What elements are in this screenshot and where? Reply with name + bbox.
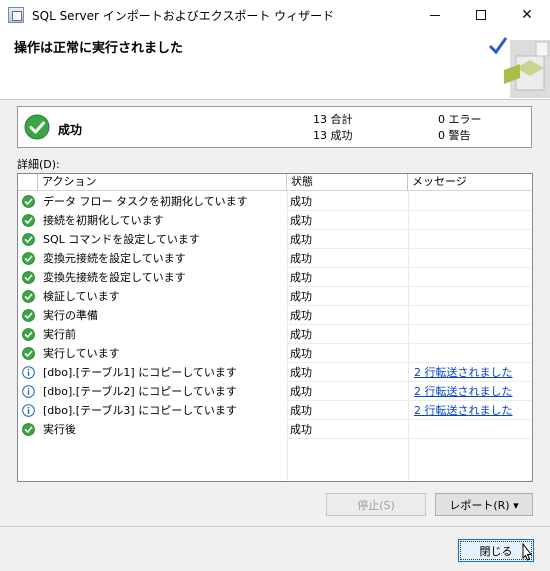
message-cell: [414, 325, 532, 344]
maximize-icon: [476, 10, 486, 20]
success-icon: [22, 325, 38, 344]
status-cell: 成功: [290, 404, 312, 417]
action-cell: 検証しています: [43, 290, 120, 303]
details-grid[interactable]: アクション 状態 メッセージ データ フロー タスクを初期化しています 成功 接続を…: [17, 173, 533, 482]
message-cell: [414, 306, 532, 325]
table-row[interactable]: SQL コマンドを設定しています 成功: [18, 230, 532, 249]
action-cell: 実行後: [43, 423, 76, 436]
footer-separator: [0, 526, 550, 527]
window-title: SQL Server インポートおよびエクスポート ウィザード: [32, 8, 335, 23]
message-cell: [414, 249, 532, 268]
mouse-cursor-icon: [522, 543, 533, 561]
status-cell: 成功: [290, 271, 312, 284]
header-icon-column: [18, 174, 38, 191]
action-cell: 変換元接続を設定しています: [43, 252, 186, 265]
action-cell: [dbo].[テーブル1] にコピーしています: [43, 366, 237, 379]
success-icon: [22, 249, 38, 268]
row-divider: [287, 438, 532, 439]
table-row[interactable]: 変換先接続を設定しています 成功: [18, 268, 532, 287]
summary-success: 13 成功: [313, 129, 353, 142]
success-icon: [22, 192, 38, 211]
grid-header: アクション 状態 メッセージ: [18, 174, 532, 191]
status-cell: 成功: [290, 347, 312, 360]
minimize-icon: [430, 14, 440, 16]
success-icon: [22, 344, 38, 363]
table-row[interactable]: 実行前 成功: [18, 325, 532, 344]
summary-errors: 0 エラー: [438, 113, 482, 126]
action-cell: 変換先接続を設定しています: [43, 271, 186, 284]
table-row[interactable]: 接続を初期化しています 成功: [18, 211, 532, 230]
message-cell: [414, 230, 532, 249]
summary-warnings: 0 警告: [438, 129, 471, 142]
status-cell: 成功: [290, 233, 312, 246]
success-icon: [22, 306, 38, 325]
column-header-message[interactable]: メッセージ: [408, 174, 532, 191]
summary-total: 13 合計: [313, 113, 353, 126]
table-row[interactable]: 実行しています 成功: [18, 344, 532, 363]
status-cell: 成功: [290, 423, 312, 436]
details-label: 詳細(D):: [17, 158, 60, 171]
message-link[interactable]: 2 行転送されました: [414, 363, 532, 382]
message-link[interactable]: 2 行転送されました: [414, 401, 532, 420]
message-link[interactable]: 2 行転送されました: [414, 382, 532, 401]
action-cell: 実行の準備: [43, 309, 98, 322]
info-icon: [22, 382, 38, 401]
table-row[interactable]: 実行の準備 成功: [18, 306, 532, 325]
action-cell: [dbo].[テーブル2] にコピーしています: [43, 385, 237, 398]
maximize-button[interactable]: [458, 0, 504, 30]
status-cell: 成功: [290, 366, 312, 379]
action-cell: 実行前: [43, 328, 76, 341]
message-cell: [414, 211, 532, 230]
table-row[interactable]: 検証しています 成功: [18, 287, 532, 306]
table-row[interactable]: [dbo].[テーブル1] にコピーしています 成功 2 行転送されました: [18, 363, 532, 382]
success-icon: [22, 287, 38, 306]
stop-button[interactable]: 停止(S): [326, 493, 426, 516]
table-row[interactable]: 変換元接続を設定しています 成功: [18, 249, 532, 268]
table-row[interactable]: データ フロー タスクを初期化しています 成功: [18, 192, 532, 211]
action-cell: [dbo].[テーブル3] にコピーしています: [43, 404, 237, 417]
close-window-button[interactable]: ✕: [504, 0, 550, 30]
success-large-icon: [24, 114, 50, 140]
message-cell: [414, 420, 532, 439]
status-cell: 成功: [290, 252, 312, 265]
wizard-graphic-icon: [488, 37, 550, 98]
status-cell: 成功: [290, 309, 312, 322]
summary-status: 成功: [58, 123, 83, 137]
status-cell: 成功: [290, 290, 312, 303]
column-header-status[interactable]: 状態: [287, 174, 408, 191]
action-cell: SQL コマンドを設定しています: [43, 233, 200, 246]
table-row[interactable]: 実行後 成功: [18, 420, 532, 439]
status-cell: 成功: [290, 385, 312, 398]
action-cell: データ フロー タスクを初期化しています: [43, 195, 248, 208]
info-icon: [22, 401, 38, 420]
action-cell: 実行しています: [43, 347, 120, 360]
message-cell: [414, 192, 532, 211]
wizard-header: 操作は正常に実行されました: [0, 30, 550, 100]
status-cell: 成功: [290, 195, 312, 208]
success-icon: [22, 268, 38, 287]
minimize-button[interactable]: [412, 0, 458, 30]
action-cell: 接続を初期化しています: [43, 214, 164, 227]
info-icon: [22, 363, 38, 382]
status-cell: 成功: [290, 328, 312, 341]
success-icon: [22, 230, 38, 249]
summary-panel: 成功 13 合計 13 成功 0 エラー 0 警告: [17, 106, 532, 148]
page-title: 操作は正常に実行されました: [14, 41, 184, 56]
message-cell: [414, 268, 532, 287]
close-icon: ✕: [521, 7, 533, 23]
status-cell: 成功: [290, 214, 312, 227]
message-cell: [414, 344, 532, 363]
app-icon: [8, 7, 24, 23]
message-cell: [414, 287, 532, 306]
success-icon: [22, 420, 38, 439]
table-row[interactable]: [dbo].[テーブル2] にコピーしています 成功 2 行転送されました: [18, 382, 532, 401]
column-header-action[interactable]: アクション: [38, 174, 287, 191]
success-icon: [22, 211, 38, 230]
table-row[interactable]: [dbo].[テーブル3] にコピーしています 成功 2 行転送されました: [18, 401, 532, 420]
report-button[interactable]: レポート(R) ▾: [435, 493, 533, 516]
